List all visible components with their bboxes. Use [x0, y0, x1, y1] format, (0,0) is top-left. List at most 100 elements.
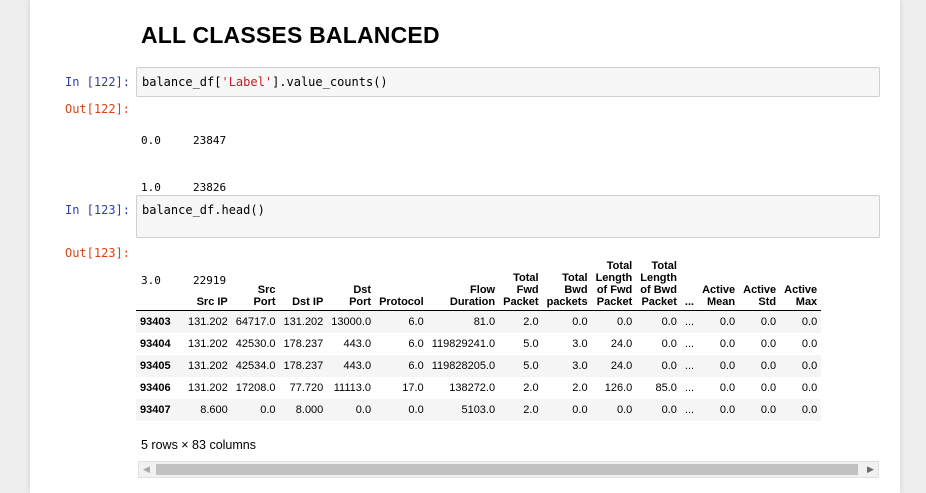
table-cell: 131.202 — [188, 360, 228, 372]
table-row: 93403 131.202 64717.0 131.202 13000.0 6.0 81.0… — [136, 310, 822, 333]
table-cell: 0.0 — [661, 404, 677, 416]
table-cell: 81.0 — [473, 316, 496, 328]
table-cell: 131.202 — [283, 316, 324, 328]
table-cell: 126.0 — [604, 382, 633, 394]
table-cell: 0.0 — [719, 338, 736, 350]
table-cell: 2.0 — [572, 382, 588, 394]
input-prompt-122: In [122]: — [64, 75, 130, 89]
scrollbar-thumb[interactable] — [156, 464, 858, 475]
table-cell: 0.0 — [719, 316, 736, 328]
column-header-line: Total — [513, 272, 539, 284]
table-cell: 119828205.0 — [431, 360, 496, 372]
table-cell: 0.0 — [760, 316, 777, 328]
table-cell: 2.0 — [523, 316, 539, 328]
input-prompt-123: In [123]: — [64, 203, 130, 217]
column-header-line: Dst — [353, 284, 372, 296]
table-cell: 178.237 — [283, 338, 324, 350]
column-header: Protocol — [375, 258, 428, 311]
table-cell: ... — [684, 338, 695, 350]
table-cell: 5.0 — [523, 338, 539, 350]
table-cell: 8.000 — [295, 404, 324, 416]
column-header: Dst IP — [279, 258, 328, 311]
column-header: Total Bwd packets — [542, 258, 592, 311]
column-header-line: Src — [257, 284, 276, 296]
table-cell: 443.0 — [343, 338, 372, 350]
table-cell: 0.0 — [661, 338, 677, 350]
table-cell: 0.0 — [616, 404, 633, 416]
table-cell: 42530.0 — [235, 338, 276, 350]
column-header-line: Port — [349, 296, 372, 308]
column-header: Active Mean — [698, 258, 740, 311]
markdown-heading: ALL CLASSES BALANCED — [141, 22, 440, 48]
column-header-line: Active — [784, 284, 818, 296]
value-count-value: 23847 — [193, 134, 227, 147]
column-header-line: Length — [640, 272, 677, 284]
column-header: Total Length of Bwd Packet — [636, 258, 681, 311]
table-cell: 0.0 — [572, 404, 588, 416]
row-index: 93405 — [140, 360, 171, 372]
value-count-value: 23826 — [193, 180, 227, 194]
column-header-line: Fwd — [516, 284, 539, 296]
value-count-row: 1.0 23826 — [141, 180, 307, 196]
column-header-line: Duration — [449, 296, 496, 308]
horizontal-scrollbar[interactable]: ◀ ▶ — [138, 461, 879, 478]
table-row: 93406 131.202 17208.0 77.720 11113.0 17.0 1382… — [136, 377, 821, 399]
table-cell: 85.0 — [655, 382, 677, 394]
table-row: 93404 131.202 42530.0 178.237 443.0 6.0 119829… — [136, 333, 821, 355]
column-header: Src Port — [231, 258, 280, 311]
code-text: balance_df.head() — [142, 203, 265, 217]
column-header: Flow Duration — [427, 258, 500, 311]
table-cell: 6.0 — [408, 338, 424, 350]
table-cell: 2.0 — [523, 404, 539, 416]
dataframe-output[interactable]: Src IP Src Port Dst IP Dst Port Protocol Flow Du… — [136, 258, 880, 426]
value-count-key: 0.0 — [141, 134, 161, 147]
code-string-literal: 'Label' — [221, 75, 273, 89]
table-cell: 17208.0 — [235, 382, 276, 394]
table-cell: ... — [684, 360, 695, 372]
table-cell: 131.202 — [188, 338, 228, 350]
column-header-line: Bwd — [564, 284, 588, 296]
dataframe-table: Src IP Src Port Dst IP Dst Port Protocol Flow Du… — [136, 258, 822, 421]
value-count-key: 1.0 — [141, 180, 161, 194]
table-cell: 0.0 — [719, 382, 736, 394]
column-header-line: Dst IP — [292, 296, 324, 308]
column-header-line: of Fwd — [596, 284, 633, 296]
table-cell: 5.0 — [523, 360, 539, 372]
table-cell: ... — [684, 316, 695, 328]
notebook-page: ALL CLASSES BALANCED In [122]: balance_d… — [30, 0, 900, 493]
table-cell: 2.0 — [523, 382, 539, 394]
column-header: Active Std — [739, 258, 781, 311]
row-index: 93403 — [140, 316, 171, 328]
column-header: Active Max — [780, 258, 822, 311]
column-header-line: Packet — [596, 296, 633, 308]
table-cell: 0.0 — [801, 338, 818, 350]
table-cell: 3.0 — [572, 360, 588, 372]
column-header-line: packets — [546, 296, 588, 308]
table-cell: 77.720 — [289, 382, 324, 394]
code-cell-123[interactable]: balance_df.head() — [136, 195, 880, 238]
table-cell: 0.0 — [801, 360, 818, 372]
column-header-line: Active — [702, 284, 736, 296]
output-prompt-122: Out[122]: — [64, 102, 130, 116]
code-cell-122[interactable]: balance_df['Label'].value_counts() — [136, 67, 880, 97]
table-cell: 0.0 — [719, 360, 736, 372]
scroll-left-arrow-icon[interactable]: ◀ — [139, 462, 154, 477]
column-header-line: Packet — [503, 296, 539, 308]
table-cell: 131.202 — [188, 316, 228, 328]
table-cell: 178.237 — [283, 360, 324, 372]
table-cell: 0.0 — [616, 316, 633, 328]
table-cell: 0.0 — [355, 404, 372, 416]
column-header-line: of Bwd — [640, 284, 677, 296]
table-cell: 0.0 — [260, 404, 276, 416]
table-cell: 0.0 — [661, 316, 677, 328]
table-cell: 6.0 — [408, 316, 424, 328]
scroll-right-arrow-icon[interactable]: ▶ — [863, 462, 878, 477]
table-cell: 0.0 — [661, 360, 677, 372]
table-cell: 0.0 — [760, 404, 777, 416]
table-cell: 0.0 — [572, 316, 588, 328]
table-row: 93405 131.202 42534.0 178.237 443.0 6.0 119828… — [136, 355, 822, 377]
column-header: Src IP — [184, 258, 232, 311]
column-header-line: Total — [606, 260, 633, 272]
column-header-line: ... — [684, 296, 695, 308]
table-cell: 0.0 — [801, 316, 818, 328]
